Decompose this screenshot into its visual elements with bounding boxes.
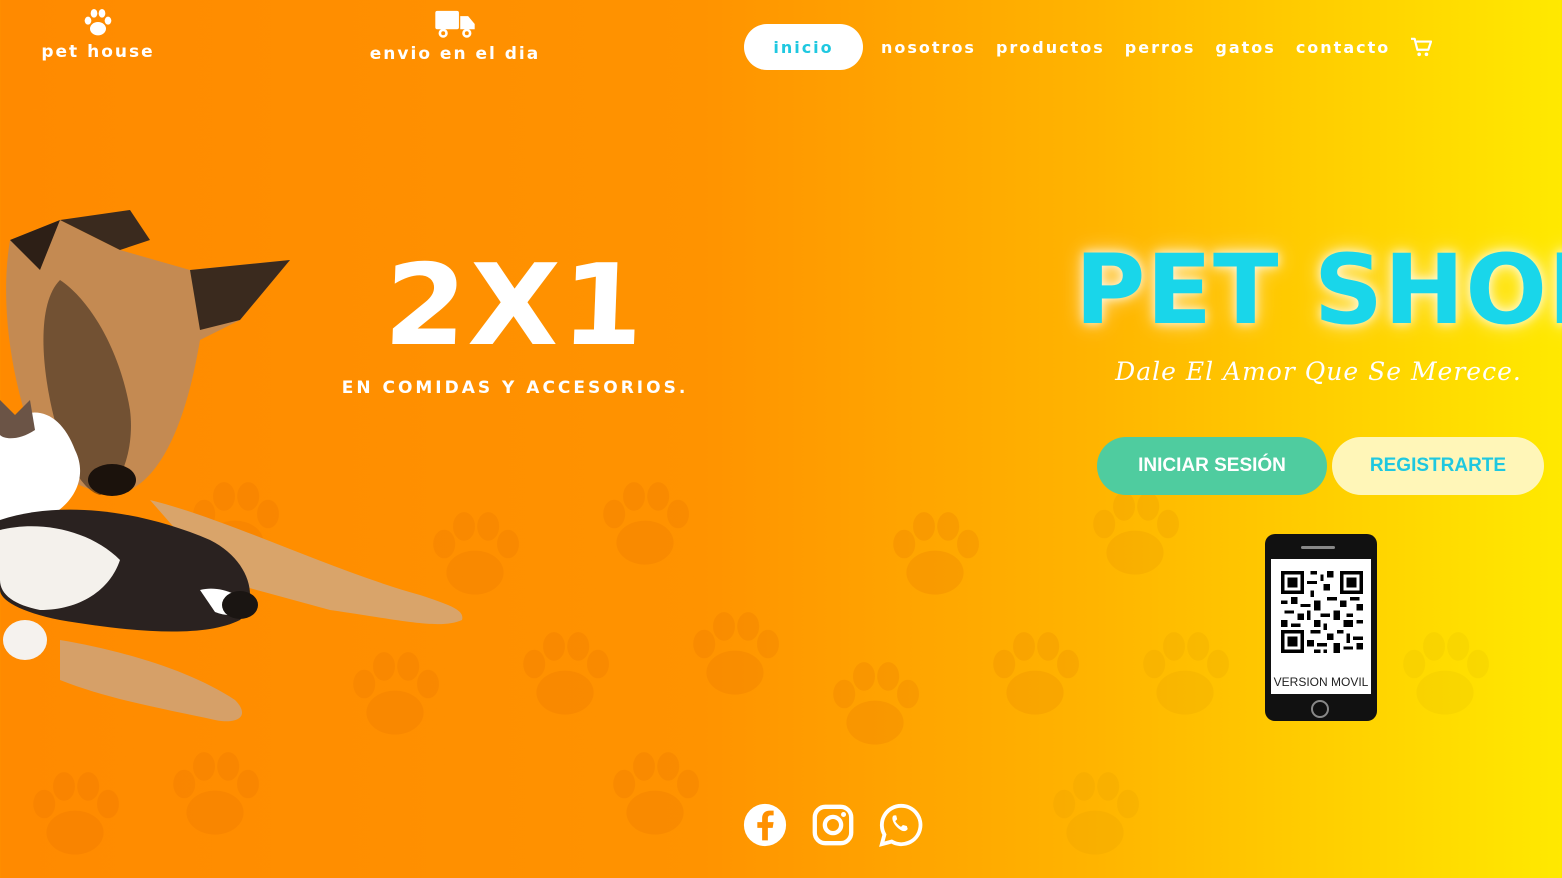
paw-print-icon [833, 662, 919, 745]
paw-icon [84, 9, 112, 36]
paw-print-icon [523, 632, 609, 715]
mobile-version-qr[interactable]: VERSION MOVIL [1265, 534, 1377, 721]
nav-item-inicio[interactable]: Inicio [744, 24, 863, 70]
nav-item-productos[interactable]: Productos [996, 38, 1105, 57]
promo-banner: 2X1 EN COMIDAS Y ACCESORIOS. [330, 239, 700, 398]
nav-item-contacto[interactable]: Contacto [1296, 38, 1390, 57]
hero-title: PET SHOP [1075, 234, 1562, 346]
facebook-icon[interactable] [742, 802, 788, 848]
promo-subline: EN COMIDAS Y ACCESORIOS. [341, 378, 689, 398]
hero-section: PET SHOP Dale El Amor Que Se Merece. [1075, 235, 1562, 386]
qr-caption: VERSION MOVIL [1273, 675, 1369, 689]
paw-print-icon [1093, 492, 1179, 575]
brand-pet-house[interactable]: Pet House [28, 8, 168, 62]
main-nav: Inicio Nosotros Productos Perros Gatos C… [744, 24, 1433, 70]
nav-item-gatos[interactable]: Gatos [1215, 38, 1275, 57]
nav-item-nosotros[interactable]: Nosotros [881, 38, 976, 57]
brand-shipping: Envio en el dia [360, 8, 550, 64]
paw-print-icon [173, 752, 259, 835]
paw-print-icon [1053, 772, 1139, 855]
instagram-icon[interactable] [810, 802, 856, 848]
qr-code-icon [1281, 571, 1363, 653]
brand-pet-house-label: Pet House [41, 42, 155, 62]
phone-speaker [1301, 546, 1335, 549]
hero-tagline: Dale El Amor Que Se Merece. [1115, 357, 1522, 386]
paw-print-icon [1403, 632, 1489, 715]
paw-print-icon [893, 512, 979, 595]
login-button[interactable]: INICIAR SESIÓN [1097, 437, 1327, 495]
phone-home-button [1311, 700, 1329, 718]
register-button[interactable]: REGISTRARTE [1332, 437, 1544, 495]
social-links [742, 802, 924, 848]
brand-shipping-label: Envio en el dia [369, 44, 541, 64]
paw-print-icon [1143, 632, 1229, 715]
paw-print-icon [613, 752, 699, 835]
nav-item-perros[interactable]: Perros [1125, 38, 1196, 57]
paw-print-icon [603, 482, 689, 565]
whatsapp-icon[interactable] [878, 802, 924, 848]
paw-print-icon [33, 772, 119, 855]
paw-print-icon [693, 612, 779, 695]
paw-print-icon [993, 632, 1079, 715]
truck-icon [435, 10, 475, 38]
phone-screen: VERSION MOVIL [1271, 559, 1371, 694]
cart-icon[interactable] [1410, 37, 1433, 57]
promo-headline: 2X1 [381, 239, 649, 371]
